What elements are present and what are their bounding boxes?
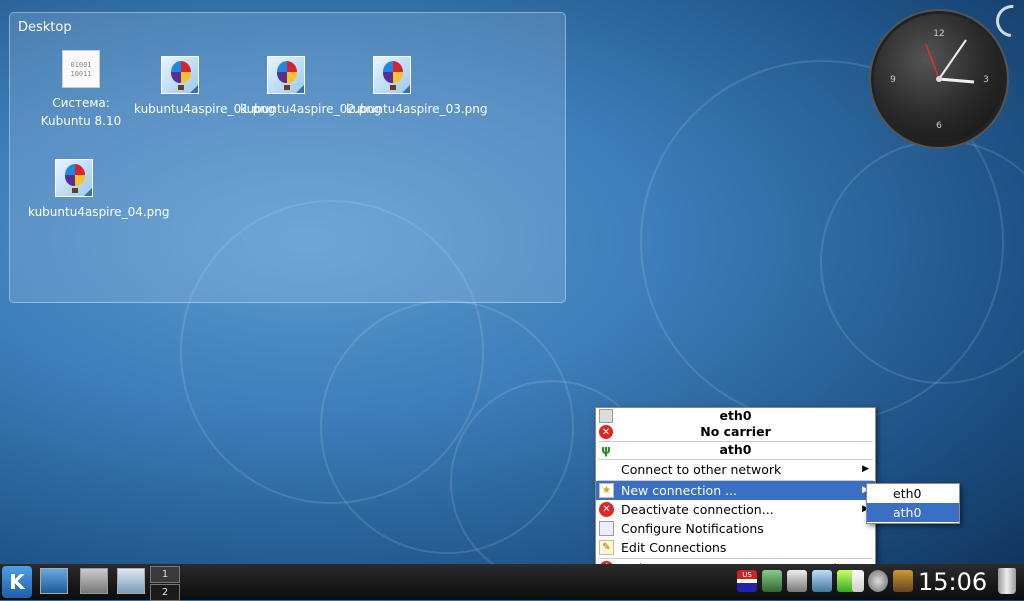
menu-header-ath0: ψ ath0 xyxy=(596,442,875,458)
speaker-icon[interactable] xyxy=(787,570,807,592)
image-file-icon xyxy=(267,56,305,94)
virtual-desktop-pager[interactable]: 1 2 xyxy=(150,566,180,601)
image-file-icon xyxy=(373,56,411,94)
icon-label: kubuntu4aspire_02.png xyxy=(240,102,382,116)
error-icon: ✕ xyxy=(599,502,614,517)
desktop-icon-system[interactable]: 01001 10011 Система: Kubuntu 8.10 xyxy=(35,50,127,130)
desktop-icon-image-01[interactable]: kubuntu4aspire_01.png xyxy=(134,56,276,118)
icon-label: kubuntu4aspire_01.png xyxy=(134,102,276,116)
wallet-icon[interactable] xyxy=(893,570,913,592)
document-icon: 01001 10011 xyxy=(62,50,100,88)
menu-header-no-carrier: ✕ No carrier xyxy=(596,424,875,440)
pager-desktop-1[interactable]: 1 xyxy=(150,566,180,583)
folder-title: Desktop xyxy=(18,20,72,35)
analog-clock-widget[interactable]: 12 3 6 9 xyxy=(874,14,1004,144)
submenu-item-eth0[interactable]: eth0 xyxy=(867,484,959,503)
clock-numeral-6: 6 xyxy=(936,121,942,131)
trash-icon[interactable] xyxy=(998,568,1016,594)
image-file-icon xyxy=(161,56,199,94)
clock-numeral-3: 3 xyxy=(983,75,989,85)
new-connection-submenu: eth0 ath0 xyxy=(866,483,960,524)
pager-desktop-2[interactable]: 2 xyxy=(150,584,180,601)
menu-item-connect-other-network[interactable]: Connect to other network ▶ xyxy=(596,460,875,479)
clock-numeral-12: 12 xyxy=(933,29,944,39)
taskbar-panel: K 1 2 US 15:06 xyxy=(0,564,1024,601)
icon-label: kubuntu4aspire_03.png xyxy=(346,102,488,116)
desktop-icon-image-02[interactable]: kubuntu4aspire_02.png xyxy=(240,56,382,118)
desktop-folder-view[interactable]: Desktop 01001 10011 Система: Kubuntu 8.1… xyxy=(9,12,566,303)
wireless-icon: ψ xyxy=(601,443,611,457)
clipboard-icon[interactable] xyxy=(852,570,864,592)
digital-clock[interactable]: 15:06 xyxy=(918,568,987,596)
notify-icon xyxy=(599,521,614,536)
menu-item-deactivate-connection[interactable]: ✕ Deactivate connection... ▶ xyxy=(596,500,875,519)
desktop-icon-image-03[interactable]: kubuntu4aspire_03.png xyxy=(346,56,488,118)
icon-label: kubuntu4aspire_04.png xyxy=(28,205,170,219)
new-icon: ★ xyxy=(599,483,614,498)
kickoff-menu-button[interactable]: K xyxy=(2,566,32,598)
system-settings-icon[interactable] xyxy=(117,568,145,594)
error-icon: ✕ xyxy=(599,425,613,439)
image-file-icon xyxy=(55,159,93,197)
submenu-arrow-icon: ▶ xyxy=(862,464,869,474)
clock-face-icon: 12 3 6 9 xyxy=(890,29,989,131)
network-manager-menu: eth0 ✕ No carrier ψ ath0 Connect to othe… xyxy=(595,407,876,581)
desktop-icon-image-04[interactable]: kubuntu4aspire_04.png xyxy=(28,159,170,221)
menu-item-new-connection[interactable]: ★ New connection ... ▶ xyxy=(596,481,875,500)
menu-header-eth0: eth0 xyxy=(596,408,875,424)
menu-item-edit-connections[interactable]: ✎ Edit Connections xyxy=(596,538,875,557)
network-icon[interactable] xyxy=(762,570,782,592)
file-manager-icon[interactable] xyxy=(80,568,108,594)
chat-icon[interactable] xyxy=(812,570,832,592)
update-icon[interactable] xyxy=(868,570,888,592)
keyboard-layout-us-icon[interactable]: US xyxy=(737,570,757,592)
edit-icon: ✎ xyxy=(599,540,614,555)
show-desktop-icon[interactable] xyxy=(40,568,68,594)
wired-icon xyxy=(599,409,613,423)
clock-numeral-9: 9 xyxy=(890,75,896,85)
icon-label: Система: Kubuntu 8.10 xyxy=(40,96,122,128)
menu-item-configure-notifications[interactable]: Configure Notifications xyxy=(596,519,875,538)
document-icon-binary-text: 01001 10011 xyxy=(70,61,92,78)
submenu-item-ath0[interactable]: ath0 xyxy=(867,503,959,522)
